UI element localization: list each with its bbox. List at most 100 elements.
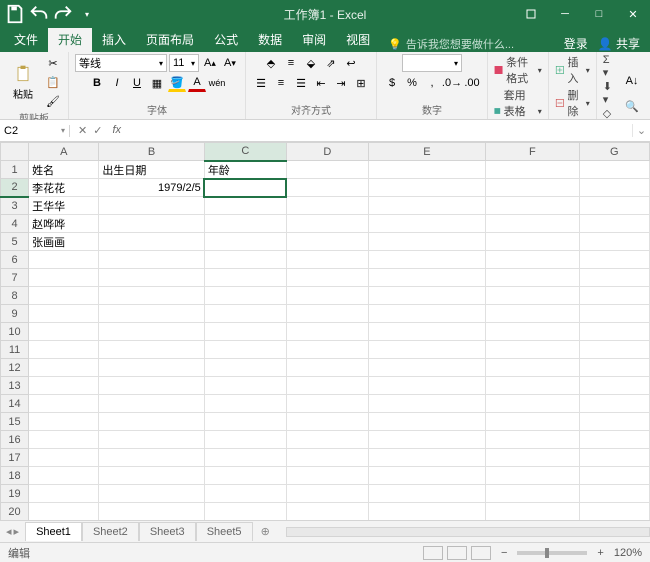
row-header[interactable]: 1 (1, 161, 29, 179)
zoom-slider[interactable] (517, 551, 587, 555)
cell[interactable] (368, 215, 485, 233)
cell[interactable] (204, 395, 286, 413)
login-link[interactable]: 登录 (564, 35, 588, 52)
cell[interactable] (579, 197, 649, 215)
cell[interactable] (368, 233, 485, 251)
cell[interactable] (204, 377, 286, 395)
cell[interactable] (485, 377, 579, 395)
row-header[interactable]: 14 (1, 395, 29, 413)
cell[interactable] (99, 449, 204, 467)
cell[interactable] (368, 449, 485, 467)
orientation-icon[interactable]: ⇗ (322, 54, 340, 72)
cell[interactable] (368, 431, 485, 449)
row-header[interactable]: 17 (1, 449, 29, 467)
column-header[interactable]: C (204, 143, 286, 161)
sheet-tab[interactable]: Sheet1 (25, 522, 82, 541)
cell[interactable] (286, 413, 368, 431)
maximize-icon[interactable]: □ (582, 0, 616, 28)
merge-button[interactable]: ⊞ (352, 74, 370, 92)
cell[interactable] (99, 197, 204, 215)
autosum-button[interactable]: Σ ▾ (603, 54, 612, 79)
tell-me-box[interactable]: 💡告诉我您想要做什么... (380, 36, 514, 52)
row-header[interactable]: 12 (1, 359, 29, 377)
cell[interactable] (99, 233, 204, 251)
cell[interactable] (204, 467, 286, 485)
cell[interactable] (286, 161, 368, 179)
cell[interactable] (286, 323, 368, 341)
cell[interactable] (368, 413, 485, 431)
row-header[interactable]: 20 (1, 503, 29, 521)
cell[interactable] (29, 305, 99, 323)
bold-button[interactable]: B (88, 74, 106, 92)
cell[interactable] (579, 431, 649, 449)
view-page-layout-icon[interactable] (447, 546, 467, 560)
cell[interactable] (99, 269, 204, 287)
cell[interactable] (368, 377, 485, 395)
undo-icon[interactable] (28, 3, 50, 25)
row-header[interactable]: 18 (1, 467, 29, 485)
cell[interactable] (485, 395, 579, 413)
tab-data[interactable]: 数据 (248, 27, 292, 52)
cell[interactable] (99, 287, 204, 305)
zoom-in-icon[interactable]: + (597, 547, 603, 559)
align-bottom-icon[interactable]: ⬙ (302, 54, 320, 72)
save-icon[interactable] (4, 3, 26, 25)
sheet-tab[interactable]: Sheet5 (196, 522, 253, 541)
cell[interactable] (286, 449, 368, 467)
cell[interactable] (286, 269, 368, 287)
cell[interactable] (368, 485, 485, 503)
increase-decimal-icon[interactable]: .0→ (443, 74, 461, 92)
cell[interactable] (485, 305, 579, 323)
cell[interactable]: 出生日期 (99, 161, 204, 179)
tab-insert[interactable]: 插入 (92, 27, 136, 52)
row-header[interactable]: 8 (1, 287, 29, 305)
cell[interactable] (286, 233, 368, 251)
row-header[interactable]: 10 (1, 323, 29, 341)
cell[interactable] (99, 341, 204, 359)
column-header[interactable]: F (485, 143, 579, 161)
cell[interactable] (29, 449, 99, 467)
cell[interactable] (99, 467, 204, 485)
enter-formula-icon[interactable]: ✓ (93, 124, 102, 137)
row-header[interactable]: 7 (1, 269, 29, 287)
cell[interactable] (368, 287, 485, 305)
cell[interactable] (29, 323, 99, 341)
cell[interactable] (485, 467, 579, 485)
row-header[interactable]: 6 (1, 251, 29, 269)
cell[interactable] (579, 179, 649, 197)
column-header[interactable]: E (368, 143, 485, 161)
decrease-decimal-icon[interactable]: .00 (463, 74, 481, 92)
comma-icon[interactable]: , (423, 74, 441, 92)
column-header[interactable]: B (99, 143, 204, 161)
number-format-combo[interactable]: ▾ (402, 54, 462, 72)
cell[interactable] (99, 323, 204, 341)
cell[interactable] (579, 377, 649, 395)
tab-formulas[interactable]: 公式 (204, 27, 248, 52)
delete-cells-button[interactable]: 删除▾ (555, 87, 590, 119)
zoom-out-icon[interactable]: − (501, 547, 507, 559)
cell[interactable] (286, 287, 368, 305)
decrease-font-icon[interactable]: A▾ (221, 54, 239, 72)
cell[interactable] (99, 413, 204, 431)
cell[interactable] (29, 341, 99, 359)
row-header[interactable]: 5 (1, 233, 29, 251)
cell[interactable] (29, 485, 99, 503)
conditional-format-button[interactable]: 条件格式▾ (494, 54, 542, 86)
cell[interactable] (485, 179, 579, 197)
cell[interactable] (204, 233, 286, 251)
cell[interactable] (29, 269, 99, 287)
cell[interactable] (286, 431, 368, 449)
font-size-combo[interactable]: 11▾ (169, 54, 199, 72)
column-header[interactable]: G (579, 143, 649, 161)
align-center-icon[interactable]: ≡ (272, 74, 290, 92)
cell[interactable] (579, 413, 649, 431)
cell[interactable] (579, 341, 649, 359)
paste-button[interactable]: 粘贴 (6, 60, 40, 104)
cell[interactable] (204, 215, 286, 233)
cell[interactable] (368, 179, 485, 197)
cell[interactable] (204, 179, 286, 197)
cell[interactable] (286, 197, 368, 215)
cell[interactable] (485, 449, 579, 467)
sheet-tab[interactable]: Sheet2 (82, 522, 139, 541)
column-header[interactable]: A (29, 143, 99, 161)
